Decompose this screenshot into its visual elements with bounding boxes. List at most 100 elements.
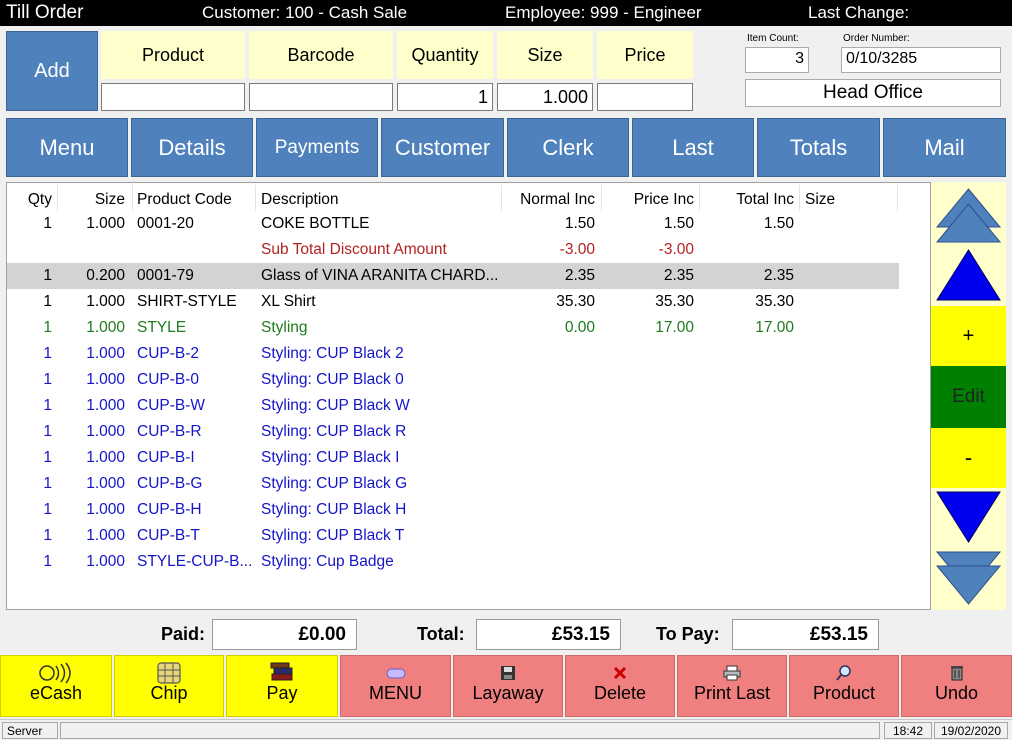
table-row[interactable]: 1 1.000 STYLE-CUP-B... Styling: Cup Badge <box>7 549 899 575</box>
table-row[interactable]: 1 1.000 STYLE Styling 0.00 17.00 17.00 <box>7 315 899 341</box>
tab-customer[interactable]: Customer <box>381 118 504 177</box>
status-time: 18:42 <box>884 722 932 739</box>
cell-qty: 1 <box>43 423 52 440</box>
cell-price: -3.00 <box>658 241 694 258</box>
ecash-button[interactable]: eCash <box>0 655 112 717</box>
table-row[interactable]: 1 1.000 CUP-B-0 Styling: CUP Black 0 <box>7 367 899 393</box>
status-bar: Server 18:42 19/02/2020 <box>0 719 1012 740</box>
page-down-icon[interactable] <box>935 550 1002 608</box>
order-number-label: Order Number: <box>843 33 910 44</box>
cell-code: CUP-B-I <box>137 449 195 466</box>
cell-price: 17.00 <box>655 319 694 336</box>
cell-price: 35.30 <box>655 293 694 310</box>
ecash-label: eCash <box>29 683 83 703</box>
table-row[interactable]: 1 1.000 CUP-B-G Styling: CUP Black G <box>7 471 899 497</box>
cell-qty: 1 <box>43 501 52 518</box>
window-title: Till Order <box>6 2 84 23</box>
cell-size: 1.000 <box>86 319 125 336</box>
tab-payments[interactable]: Payments <box>256 118 378 177</box>
tab-details[interactable]: Details <box>131 118 253 177</box>
cell-code: STYLE-CUP-B... <box>137 553 253 570</box>
cell-qty: 1 <box>43 371 52 388</box>
quantity-header: Quantity <box>397 31 493 79</box>
customer-info: Customer: 100 - Cash Sale <box>202 3 408 22</box>
to-pay-value: £53.15 <box>732 619 879 650</box>
print-last-button[interactable]: Print Last <box>677 655 787 717</box>
cell-size: 0.200 <box>86 267 125 284</box>
quantity-plus-button[interactable]: + <box>931 306 1006 366</box>
table-row[interactable]: 1 1.000 CUP-B-H Styling: CUP Black H <box>7 497 899 523</box>
item-count-label: Item Count: <box>747 33 799 44</box>
total-label: Total: <box>417 624 465 644</box>
layaway-label: Layaway <box>472 683 544 703</box>
table-row[interactable]: 1 1.000 CUP-B-W Styling: CUP Black W <box>7 393 899 419</box>
table-row[interactable]: 1 1.000 CUP-B-I Styling: CUP Black I <box>7 445 899 471</box>
col-header-size: Size <box>94 191 125 208</box>
cell-size: 1.000 <box>86 527 125 544</box>
table-row[interactable]: 1 1.000 CUP-B-R Styling: CUP Black R <box>7 419 899 445</box>
cell-desc: Styling: CUP Black G <box>261 475 408 492</box>
product-label: Product <box>812 683 876 703</box>
col-header-product-code: Product Code <box>137 191 232 208</box>
scroll-down-icon[interactable] <box>935 490 1002 546</box>
col-header-normal-inc: Normal Inc <box>520 191 595 208</box>
barcode-input[interactable] <box>249 83 393 111</box>
cell-code: 0001-79 <box>137 267 194 284</box>
pay-button[interactable]: Pay <box>226 655 338 717</box>
product-button[interactable]: Product <box>789 655 899 717</box>
quantity-input[interactable]: 1 <box>397 83 493 111</box>
table-row[interactable]: Sub Total Discount Amount -3.00 -3.00 <box>7 237 899 263</box>
size-input[interactable]: 1.000 <box>497 83 593 111</box>
cell-total: 1.50 <box>763 215 794 232</box>
cell-desc: Styling: CUP Black I <box>261 449 400 466</box>
tab-last[interactable]: Last <box>632 118 754 177</box>
price-input[interactable] <box>597 83 693 111</box>
cell-qty: 1 <box>43 319 52 336</box>
cell-desc: Styling: CUP Black T <box>261 527 405 544</box>
tab-totals[interactable]: Totals <box>757 118 880 177</box>
cell-size: 1.000 <box>86 553 125 570</box>
tab-menu[interactable]: Menu <box>6 118 128 177</box>
undo-button[interactable]: Undo <box>901 655 1012 717</box>
tab-mail[interactable]: Mail <box>883 118 1006 177</box>
tab-clerk[interactable]: Clerk <box>507 118 629 177</box>
order-lines-grid[interactable]: Qty Size Product Code Description Normal… <box>6 182 931 610</box>
add-button[interactable]: Add <box>6 31 98 111</box>
cell-desc: Styling: CUP Black W <box>261 397 410 414</box>
barcode-header: Barcode <box>249 31 393 79</box>
table-row[interactable]: 1 1.000 CUP-B-2 Styling: CUP Black 2 <box>7 341 899 367</box>
cell-qty: 1 <box>43 527 52 544</box>
edit-button[interactable]: Edit <box>931 366 1006 428</box>
paid-label: Paid: <box>161 624 206 644</box>
menu-button[interactable]: MENU <box>340 655 451 717</box>
scroll-up-icon[interactable] <box>935 246 1002 302</box>
table-row[interactable]: 1 1.000 SHIRT-STYLE XL Shirt 35.30 35.30 35.30 <box>7 289 899 315</box>
cell-code: CUP-B-T <box>137 527 200 544</box>
cell-size: 1.000 <box>86 293 125 310</box>
total-value: £53.15 <box>476 619 621 650</box>
col-header-size-2: Size <box>805 191 836 208</box>
product-input[interactable] <box>101 83 245 111</box>
pay-label: Pay <box>266 683 298 703</box>
status-message-area <box>60 722 880 739</box>
order-number-value: 0/10/3285 <box>841 47 1001 73</box>
delete-button[interactable]: Delete <box>565 655 675 717</box>
cell-code: CUP-B-H <box>137 501 202 518</box>
quantity-minus-button[interactable]: - <box>931 428 1006 488</box>
title-bar: Till Order Customer: 100 - Cash Sale Emp… <box>0 0 1012 26</box>
table-row[interactable]: 1 0.200 0001-79 Glass of VINA ARANITA CHARD… <box>7 263 899 289</box>
layaway-button[interactable]: Layaway <box>453 655 563 717</box>
location-display: Head Office <box>745 79 1001 107</box>
cell-desc: Glass of VINA ARANITA CHARD... <box>261 267 499 284</box>
to-pay-label: To Pay: <box>656 624 720 644</box>
cell-code: STYLE <box>137 319 187 336</box>
table-row[interactable]: 1 1.000 CUP-B-T Styling: CUP Black T <box>7 523 899 549</box>
cell-desc: Styling: CUP Black H <box>261 501 407 518</box>
chip-button[interactable]: Chip <box>114 655 224 717</box>
page-up-icon[interactable] <box>935 186 1002 244</box>
cell-desc: Styling: CUP Black R <box>261 423 407 440</box>
cell-normal: 2.35 <box>564 267 595 284</box>
table-row[interactable]: 1 1.000 0001-20 COKE BOTTLE 1.50 1.50 1.50 <box>7 211 899 237</box>
col-header-description: Description <box>261 191 339 208</box>
cell-total: 35.30 <box>755 293 794 310</box>
